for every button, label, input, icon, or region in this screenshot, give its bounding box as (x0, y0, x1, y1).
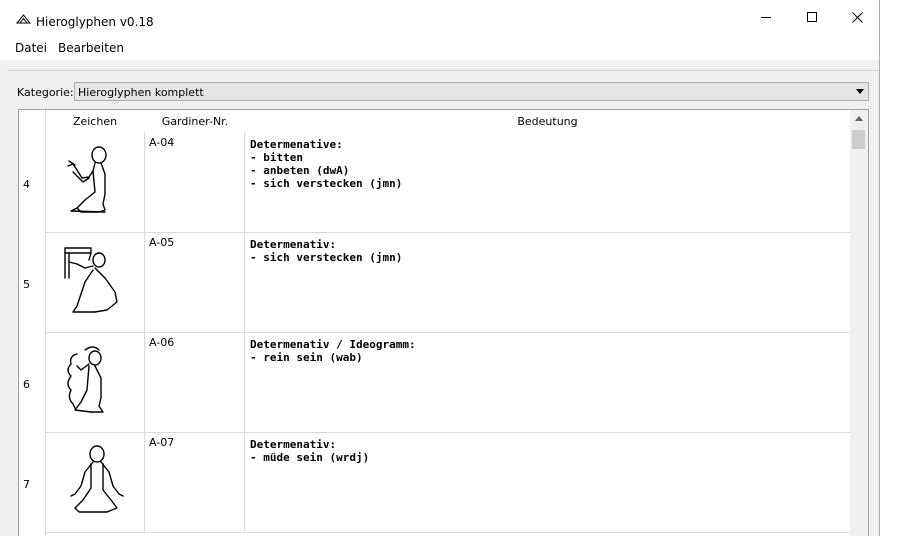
row-number[interactable]: 5 (19, 278, 45, 291)
scroll-up-icon[interactable] (855, 116, 863, 121)
close-button[interactable] (834, 0, 879, 34)
table-row[interactable]: A-05 Determenativ: - sich verstecken (jm… (45, 232, 850, 333)
meaning-line: - bitten (250, 151, 303, 164)
column-header-gardiner[interactable]: Gardiner-Nr. (145, 110, 245, 132)
menu-datei[interactable]: Datei (15, 41, 47, 55)
gardiner-cell: A-06 (145, 332, 245, 432)
hieroglyph-table[interactable]: Zeichen Gardiner-Nr. Bedeutung 4 A-04 De… (18, 109, 869, 536)
scroll-thumb[interactable] (852, 130, 865, 149)
column-header-bedeutung[interactable]: Bedeutung (245, 110, 850, 132)
meaning-cell: Determenativ / Ideogramm: - rein sein (w… (245, 332, 850, 432)
meaning-line: - müde sein (wrdj) (250, 451, 370, 464)
table-row[interactable]: A-07 Determenativ: - müde sein (wrdj) (45, 432, 850, 533)
hieroglyph-a04-icon (67, 146, 107, 213)
minimize-button[interactable] (743, 0, 789, 34)
meaning-line: Determenativ: (250, 438, 337, 451)
gardiner-cell: A-05 (145, 232, 245, 332)
table-row[interactable]: A-06 Determenativ / Ideogramm: - rein se… (45, 332, 850, 433)
app-window: Hieroglyphen v0.18 Datei Bearbeiten Kate… (0, 0, 880, 536)
maximize-button[interactable] (789, 0, 835, 34)
sign-cell (45, 132, 145, 232)
meaning-line: Determenative: (250, 138, 343, 151)
maximize-icon (807, 12, 817, 22)
meaning-cell: Determenativ: - müde sein (wrdj) (245, 432, 850, 532)
row-number[interactable]: 7 (19, 478, 45, 491)
menu-bar: Datei Bearbeiten (0, 34, 879, 60)
column-header-zeichen[interactable]: Zeichen (45, 110, 145, 132)
vertical-scrollbar[interactable] (850, 110, 868, 536)
close-icon (851, 11, 863, 23)
sign-cell (45, 332, 145, 432)
meaning-line: - sich verstecken (jmn) (250, 177, 403, 190)
meaning-line: - sich verstecken (jmn) (250, 251, 403, 264)
meaning-line: Determenativ / Ideogramm: (250, 338, 416, 351)
table-row[interactable]: A-04 Determenative: - bitten - anbeten (… (45, 132, 850, 233)
minimize-icon (761, 17, 771, 18)
toolbar-separator (8, 60, 879, 71)
meaning-line: - rein sein (wab) (250, 351, 363, 364)
hieroglyph-a05-icon (64, 247, 118, 313)
hieroglyph-a06-icon (67, 346, 104, 413)
gardiner-cell: A-07 (145, 432, 245, 532)
gardiner-cell: A-04 (145, 132, 245, 232)
title-bar[interactable]: Hieroglyphen v0.18 (0, 0, 879, 34)
meaning-cell: Determenative: - bitten - anbeten (dwA) … (245, 132, 850, 232)
meaning-line: Determenativ: (250, 238, 337, 251)
category-value: Hieroglyphen komplett (78, 86, 204, 99)
hieroglyph-a07-icon (70, 445, 124, 513)
meaning-line: - anbeten (dwA) (250, 164, 350, 177)
window-title: Hieroglyphen v0.18 (36, 15, 154, 29)
category-label: Kategorie: (17, 86, 74, 99)
sign-cell (45, 232, 145, 332)
sign-cell (45, 432, 145, 532)
dropdown-arrow-icon (856, 89, 864, 94)
meaning-cell: Determenativ: - sich verstecken (jmn) (245, 232, 850, 332)
category-dropdown[interactable]: Hieroglyphen komplett (74, 82, 869, 101)
app-icon (16, 14, 31, 24)
menu-bearbeiten[interactable]: Bearbeiten (58, 41, 124, 55)
row-number[interactable]: 6 (19, 378, 45, 391)
row-number[interactable]: 4 (19, 178, 45, 191)
